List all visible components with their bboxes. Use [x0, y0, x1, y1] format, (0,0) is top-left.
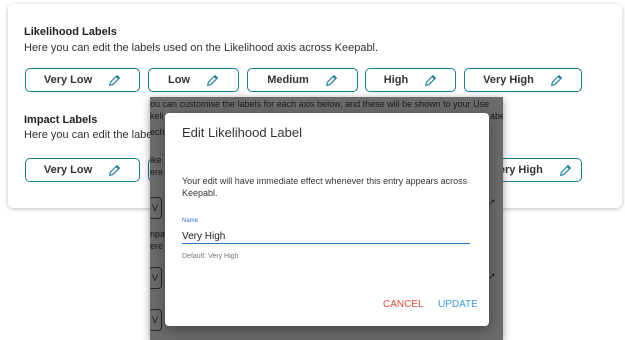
impact-labels-title: Impact Labels — [24, 114, 98, 126]
fragment-text: V — [152, 203, 159, 213]
pencil-icon — [559, 164, 571, 176]
name-input[interactable] — [182, 229, 470, 244]
fragment-text: ere — [150, 241, 164, 251]
likelihood-chip-very-low[interactable]: Very Low — [25, 68, 140, 92]
pencil-icon — [109, 164, 121, 176]
fragment-text: ere — [150, 167, 164, 177]
dialog-body-text: Your edit will have immediate effect whe… — [182, 176, 468, 198]
fragment-text: V — [152, 273, 159, 283]
fragment-edit-icon: ↗ — [488, 197, 496, 207]
fragment-text: abe — [490, 111, 503, 121]
likelihood-chip-medium[interactable]: Medium — [247, 68, 358, 92]
name-field-label: Name — [182, 218, 199, 224]
update-button[interactable]: UPDATE — [438, 299, 478, 310]
edit-likelihood-label-dialog: Edit Likelihood Label Your edit will hav… — [165, 113, 489, 326]
chip-label: Very High — [483, 74, 534, 86]
pencil-icon — [109, 74, 121, 86]
cancel-button[interactable]: CANCEL — [383, 299, 424, 310]
chip-label: Low — [168, 74, 190, 86]
dialog-title: Edit Likelihood Label — [182, 125, 302, 140]
chip-label: Very Low — [43, 164, 93, 176]
impact-labels-description: Here you can edit the labe — [24, 129, 153, 141]
fragment-text: ike — [150, 155, 162, 165]
chip-label: Very Low — [43, 74, 93, 86]
pencil-icon — [425, 74, 437, 86]
pencil-icon — [550, 74, 562, 86]
chip-label: High — [383, 74, 409, 86]
pencil-icon — [207, 74, 218, 86]
chip-label: Medium — [267, 74, 309, 86]
fragment-text: npa — [150, 229, 166, 239]
fragment-text: keli — [150, 111, 164, 121]
likelihood-chip-very-high[interactable]: Very High — [464, 68, 582, 92]
fragment-text-line: ou can customise the labels for each axi… — [150, 99, 490, 109]
likelihood-labels-description: Here you can edit the labels used on the… — [24, 42, 379, 54]
likelihood-chip-low[interactable]: Low — [148, 68, 239, 92]
pencil-icon — [325, 74, 337, 86]
fragment-edit-icon: ↗ — [488, 271, 496, 281]
fragment-text: V — [152, 315, 159, 325]
likelihood-chip-high[interactable]: High — [365, 68, 456, 92]
impact-chip-very-low[interactable]: Very Low — [25, 158, 140, 182]
fragment-text: ech — [150, 127, 165, 137]
name-field-helper: Default: Very High — [182, 253, 239, 260]
likelihood-labels-title: Likelihood Labels — [24, 26, 117, 38]
